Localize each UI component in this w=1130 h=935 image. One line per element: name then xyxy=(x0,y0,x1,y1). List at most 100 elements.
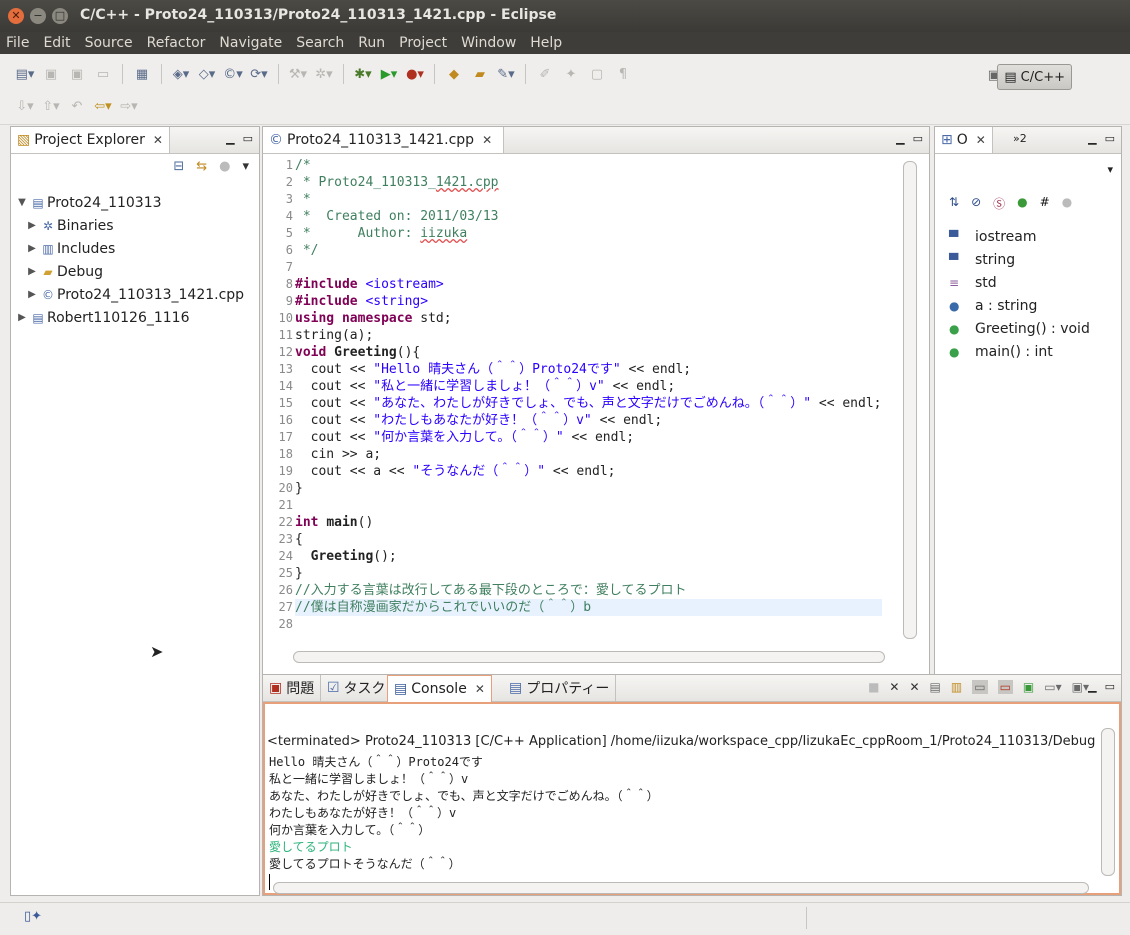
hide-static-icon[interactable]: Ⓢ xyxy=(993,195,1005,212)
maximize-icon[interactable]: ▭ xyxy=(1105,132,1115,145)
code-line[interactable]: //僕は自称漫画家だからこれでいいのだ（＾＾）b xyxy=(295,599,882,616)
tab-tasks[interactable]: ☑ タスク xyxy=(321,675,393,701)
minimize-icon[interactable]: ▁ xyxy=(226,132,234,145)
collapsed-icon[interactable]: ▶ xyxy=(25,266,39,277)
console-vertical-scrollbar[interactable] xyxy=(1101,728,1115,876)
tree-item-binaries[interactable]: ▶ ✲ Binaries xyxy=(15,214,244,237)
new-class-icon[interactable]: ©▾ xyxy=(222,64,244,84)
code-line[interactable]: int main() xyxy=(295,514,882,531)
filter-icon[interactable]: ● xyxy=(219,159,230,174)
code-line[interactable]: //入力する言葉は改行してある最下段のところで：愛してるプロト xyxy=(295,582,882,599)
outline-item[interactable]: ● main() : int xyxy=(949,340,1090,363)
code-area[interactable]: /* * Proto24_110313_1421.cpp * * Created… xyxy=(295,157,882,633)
tree-item-proto24[interactable]: ▼ ▤ Proto24_110313 xyxy=(15,191,244,214)
menu-window[interactable]: Window xyxy=(461,35,516,51)
code-line[interactable]: void Greeting(){ xyxy=(295,344,882,361)
maximize-icon[interactable]: ▭ xyxy=(913,132,923,145)
editor-horizontal-scrollbar[interactable] xyxy=(293,651,885,663)
toggle-icon[interactable]: ✦ xyxy=(560,64,582,84)
code-line[interactable] xyxy=(295,259,882,276)
code-line[interactable]: cout << "Hello 晴夫さん（＾＾）Proto24です" << end… xyxy=(295,361,882,378)
collapsed-icon[interactable]: ▶ xyxy=(15,312,29,323)
scroll-lock-icon[interactable]: ▥ xyxy=(951,680,962,694)
editor-vertical-scrollbar[interactable] xyxy=(903,161,917,639)
menu-project[interactable]: Project xyxy=(399,35,447,51)
close-icon[interactable]: ✕ xyxy=(482,133,492,147)
code-line[interactable]: } xyxy=(295,565,882,582)
new-project-icon[interactable]: ◈▾ xyxy=(170,64,192,84)
minimize-icon[interactable]: ▁ xyxy=(1088,132,1096,145)
tree-item-cpp-file[interactable]: ▶ © Proto24_110313_1421.cpp xyxy=(15,283,244,306)
group-icon[interactable]: ● xyxy=(1062,195,1072,212)
maximize-icon[interactable]: ▭ xyxy=(1105,680,1115,693)
next-annotation-icon[interactable]: ⇩▾ xyxy=(14,96,36,116)
debug-icon[interactable]: ✱▾ xyxy=(352,64,374,84)
code-line[interactable]: #include <string> xyxy=(295,293,882,310)
settings-icon[interactable]: ✲▾ xyxy=(313,64,335,84)
fast-view-icon[interactable]: ▯✦ xyxy=(24,909,42,924)
terminate-icon[interactable]: ■ xyxy=(868,680,879,694)
code-line[interactable]: cout << a << "そうなんだ（＾＾）" << endl; xyxy=(295,463,882,480)
remove-all-icon[interactable]: ✕ xyxy=(909,680,919,694)
tab-console[interactable]: ▤ Console ✕ xyxy=(387,675,492,702)
close-icon[interactable]: ✕ xyxy=(153,133,163,147)
tab-project-explorer[interactable]: ▧ Project Explorer ✕ xyxy=(11,127,170,153)
display-console-icon[interactable]: ▭▾ xyxy=(1044,680,1061,694)
external-tools-icon[interactable]: ●▾ xyxy=(404,64,426,84)
block-icon[interactable]: ▢ xyxy=(586,64,608,84)
clear-console-icon[interactable]: ▤ xyxy=(930,680,941,694)
collapse-all-icon[interactable]: ⊟ xyxy=(173,159,184,174)
view-menu-icon[interactable]: ▾ xyxy=(1107,163,1113,176)
outline-item[interactable]: ● Greeting() : void xyxy=(949,317,1090,340)
window-close-button[interactable]: ✕ xyxy=(8,8,24,24)
tab-problems[interactable]: ▣ 問題 xyxy=(263,675,322,701)
minimize-icon[interactable]: ▁ xyxy=(896,132,904,145)
outline-item[interactable]: ≡ std xyxy=(949,271,1090,294)
refresh-icon[interactable]: ⟳▾ xyxy=(248,64,270,84)
code-line[interactable]: * Author: iizuka xyxy=(295,225,882,242)
code-line[interactable]: cin >> a; xyxy=(295,446,882,463)
open-folder-icon[interactable]: ▰ xyxy=(469,64,491,84)
prev-annotation-icon[interactable]: ⇧▾ xyxy=(40,96,62,116)
code-line[interactable]: * Created on: 2011/03/13 xyxy=(295,208,882,225)
open-console-icon[interactable]: ▣▾ xyxy=(1072,680,1089,694)
tab-outline[interactable]: ⊞ O ✕ xyxy=(935,127,993,153)
menu-search[interactable]: Search xyxy=(296,35,344,51)
close-icon[interactable]: ✕ xyxy=(976,133,986,147)
code-line[interactable]: { xyxy=(295,531,882,548)
code-line[interactable]: cout << "私と一緒に学習しましょ！（＾＾）v" << endl; xyxy=(295,378,882,395)
tree-item-includes[interactable]: ▶ ▥ Includes xyxy=(15,237,244,260)
remove-launch-icon[interactable]: ✕ xyxy=(889,680,899,694)
code-line[interactable] xyxy=(295,497,882,514)
code-line[interactable]: cout << "あなた、わたしが好きでしょ、でも、声と文字だけでごめんね。（＾… xyxy=(295,395,882,412)
open-type-icon[interactable]: ◆ xyxy=(443,64,465,84)
save-icon[interactable]: ▣ xyxy=(40,64,62,84)
outline-item[interactable]: ▀ string xyxy=(949,248,1090,271)
link-editor-icon[interactable]: ⇆ xyxy=(196,159,207,174)
collapsed-icon[interactable]: ▶ xyxy=(25,220,39,231)
close-icon[interactable]: ✕ xyxy=(475,682,485,696)
mark-icon[interactable]: ✐ xyxy=(534,64,556,84)
hide-fields-icon[interactable]: ⊘ xyxy=(971,195,981,212)
print-icon[interactable]: ▭ xyxy=(92,64,114,84)
new-folder-icon[interactable]: ◇▾ xyxy=(196,64,218,84)
run-icon[interactable]: ▶▾ xyxy=(378,64,400,84)
search-icon[interactable]: ✎▾ xyxy=(495,64,517,84)
menu-edit[interactable]: Edit xyxy=(43,35,70,51)
minimize-icon[interactable]: ▁ xyxy=(1088,680,1096,693)
code-line[interactable]: cout << "何か言葉を入力して。（＾＾）" << endl; xyxy=(295,429,882,446)
build-icon[interactable]: ▦ xyxy=(131,64,153,84)
hide-nonpublic-icon[interactable]: ● xyxy=(1017,195,1027,212)
code-line[interactable]: * xyxy=(295,191,882,208)
code-line[interactable]: using namespace std; xyxy=(295,310,882,327)
outline-item[interactable]: ● a : string xyxy=(949,294,1090,317)
code-line[interactable]: string(a); xyxy=(295,327,882,344)
maximize-icon[interactable]: ▭ xyxy=(243,132,253,145)
expanded-icon[interactable]: ▼ xyxy=(15,197,29,208)
tab-editor-file[interactable]: © Proto24_110313_1421.cpp ✕ xyxy=(263,127,504,153)
console-horizontal-scrollbar[interactable] xyxy=(273,882,1089,894)
show-stdout-icon[interactable]: ▭ xyxy=(972,680,988,694)
code-line[interactable]: Greeting(); xyxy=(295,548,882,565)
last-edit-icon[interactable]: ↶ xyxy=(66,96,88,116)
paragraph-icon[interactable]: ¶ xyxy=(612,64,634,84)
